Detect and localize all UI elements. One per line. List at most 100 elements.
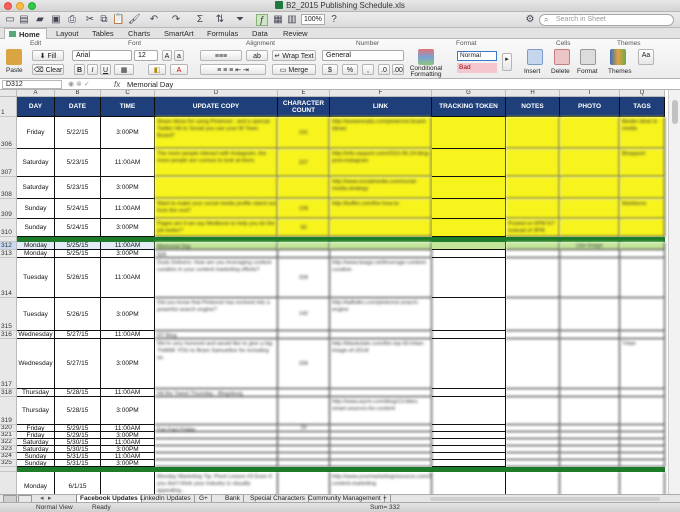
fill-color-icon[interactable]: ◧ xyxy=(148,64,166,75)
row-header[interactable]: 322 xyxy=(0,439,17,446)
sum-status[interactable]: Sum= 332 xyxy=(370,503,400,512)
row-header[interactable]: 324 xyxy=(0,453,17,460)
cell-token[interactable] xyxy=(432,331,506,339)
cell-date[interactable]: 5/27/15 xyxy=(55,331,101,339)
cell-tags[interactable] xyxy=(620,298,665,331)
vertical-scroll-thumb[interactable] xyxy=(672,100,678,124)
formula-controls-icon[interactable]: ◉ ⊗ ✓ xyxy=(68,79,90,90)
cell-time[interactable]: 3:00PM xyxy=(101,298,155,331)
help-icon[interactable]: ? xyxy=(328,14,340,26)
cell-copy[interactable] xyxy=(155,453,278,460)
toolbox-icon[interactable]: ▦ xyxy=(272,14,284,26)
function-icon[interactable]: fx xyxy=(114,79,120,90)
row-header[interactable]: 327 xyxy=(0,472,17,494)
cell-day[interactable]: Monday xyxy=(17,242,55,250)
paste-button-label[interactable]: Paste xyxy=(6,67,23,74)
style-normal[interactable]: Normal xyxy=(457,51,497,61)
cell-count[interactable]: 207 xyxy=(278,149,330,177)
cell-tags[interactable]: Tritan xyxy=(620,339,665,389)
cell-count[interactable] xyxy=(278,389,330,397)
merge-button[interactable]: ▭ Merge xyxy=(272,64,316,75)
cell-notes[interactable] xyxy=(506,242,560,250)
cell-count[interactable] xyxy=(278,439,330,446)
cell-photo[interactable] xyxy=(560,177,620,199)
cell-day[interactable]: Saturday xyxy=(17,149,55,177)
cell-count[interactable] xyxy=(278,453,330,460)
row-header[interactable]: 318 xyxy=(0,389,17,397)
cell-photo[interactable] xyxy=(560,298,620,331)
cell-photo[interactable] xyxy=(560,250,620,258)
cell-copy[interactable]: Dusk Delivers: How are you leveraging co… xyxy=(155,258,278,298)
cell-date[interactable]: 5/31/15 xyxy=(55,453,101,460)
cell-notes[interactable] xyxy=(506,149,560,177)
cell-photo[interactable] xyxy=(560,397,620,425)
cell-notes[interactable] xyxy=(506,432,560,439)
cell-date[interactable]: 5/26/15 xyxy=(55,258,101,298)
cell-copy[interactable]: RT Blog xyxy=(155,331,278,339)
cell-notes[interactable] xyxy=(506,460,560,467)
cell-copy[interactable]: Memorial Day xyxy=(155,242,278,250)
header-day[interactable]: DAY xyxy=(17,97,55,117)
increase-decimal-icon[interactable]: .0 xyxy=(378,64,390,75)
cell-token[interactable] xyxy=(432,177,506,199)
cell-time[interactable]: 3:00PM xyxy=(101,117,155,149)
cell-tags[interactable] xyxy=(620,472,665,494)
cell-token[interactable] xyxy=(432,339,506,389)
tab-tables[interactable]: Tables xyxy=(92,28,114,39)
cell-photo[interactable] xyxy=(560,389,620,397)
cell-day[interactable]: Wednesday xyxy=(17,331,55,339)
font-color-icon[interactable]: A xyxy=(170,64,188,75)
header-time[interactable]: TIME xyxy=(101,97,155,117)
cell-tags[interactable] xyxy=(620,453,665,460)
cell-date[interactable]: 5/26/15 xyxy=(55,298,101,331)
tab-charts[interactable]: Charts xyxy=(128,28,150,39)
cell-notes[interactable] xyxy=(506,258,560,298)
themes-button-label[interactable]: Themes xyxy=(608,68,631,75)
cell-date[interactable]: 5/22/15 xyxy=(55,117,101,149)
tab-review[interactable]: Review xyxy=(283,28,308,39)
cell-day[interactable]: Friday xyxy=(17,425,55,432)
cell-tags[interactable] xyxy=(620,219,665,237)
cell-link[interactable]: http://blankslate.com/the-top-50-tritan-… xyxy=(330,339,432,389)
cell-date[interactable]: 5/25/15 xyxy=(55,250,101,258)
templates-icon[interactable]: ▤ xyxy=(18,14,30,26)
gallery-icon[interactable]: ▥ xyxy=(286,14,298,26)
cell-copy[interactable] xyxy=(155,397,278,425)
column-header-b[interactable]: B xyxy=(55,90,101,97)
cell-time[interactable]: 11:00AM xyxy=(101,331,155,339)
delete-button-label[interactable]: Delete xyxy=(551,68,570,75)
cell-link[interactable]: http://info.sqsport.com/2015-05-24-blog-… xyxy=(330,149,432,177)
cell-time[interactable]: 3:00PM xyxy=(101,460,155,467)
cell-time[interactable] xyxy=(101,472,155,494)
cell-token[interactable] xyxy=(432,199,506,219)
cell-day[interactable]: Friday xyxy=(17,117,55,149)
cell-link[interactable] xyxy=(330,425,432,432)
cell-time[interactable]: 3:00PM xyxy=(101,446,155,453)
cut-icon[interactable]: ✂ xyxy=(84,14,96,26)
tab-data[interactable]: Data xyxy=(252,28,268,39)
cell-token[interactable] xyxy=(432,453,506,460)
cell-time[interactable]: 11:00AM xyxy=(101,258,155,298)
cell-token[interactable] xyxy=(432,258,506,298)
search-sheet-input[interactable]: ⌕ Search in Sheet xyxy=(539,14,674,26)
formula-content[interactable]: Memorial Day xyxy=(127,79,173,90)
cell-notes[interactable] xyxy=(506,298,560,331)
cell-count[interactable] xyxy=(278,432,330,439)
cell-token[interactable] xyxy=(432,446,506,453)
next-sheet-icon[interactable]: ▸ xyxy=(48,494,52,502)
filter-icon[interactable]: ⏷ xyxy=(234,14,246,26)
cell-time[interactable]: 3:00PM xyxy=(101,339,155,389)
conditional-formatting-label[interactable]: Conditional Formatting xyxy=(406,65,446,78)
font-size-select[interactable]: 12 xyxy=(134,50,158,61)
cell-copy[interactable]: Want to make your social media profile s… xyxy=(155,199,278,219)
fill-button[interactable]: ⬇ Fill xyxy=(32,50,64,61)
cell-notes[interactable] xyxy=(506,389,560,397)
cell-copy[interactable] xyxy=(155,432,278,439)
cell-day[interactable]: Monday xyxy=(17,472,55,494)
undo-icon[interactable]: ↶ xyxy=(148,14,160,26)
cell-token[interactable] xyxy=(432,472,506,494)
cell-day[interactable]: Sunday xyxy=(17,219,55,237)
cell-count[interactable] xyxy=(278,397,330,425)
cell-notes[interactable] xyxy=(506,331,560,339)
cell-token[interactable] xyxy=(432,219,506,237)
